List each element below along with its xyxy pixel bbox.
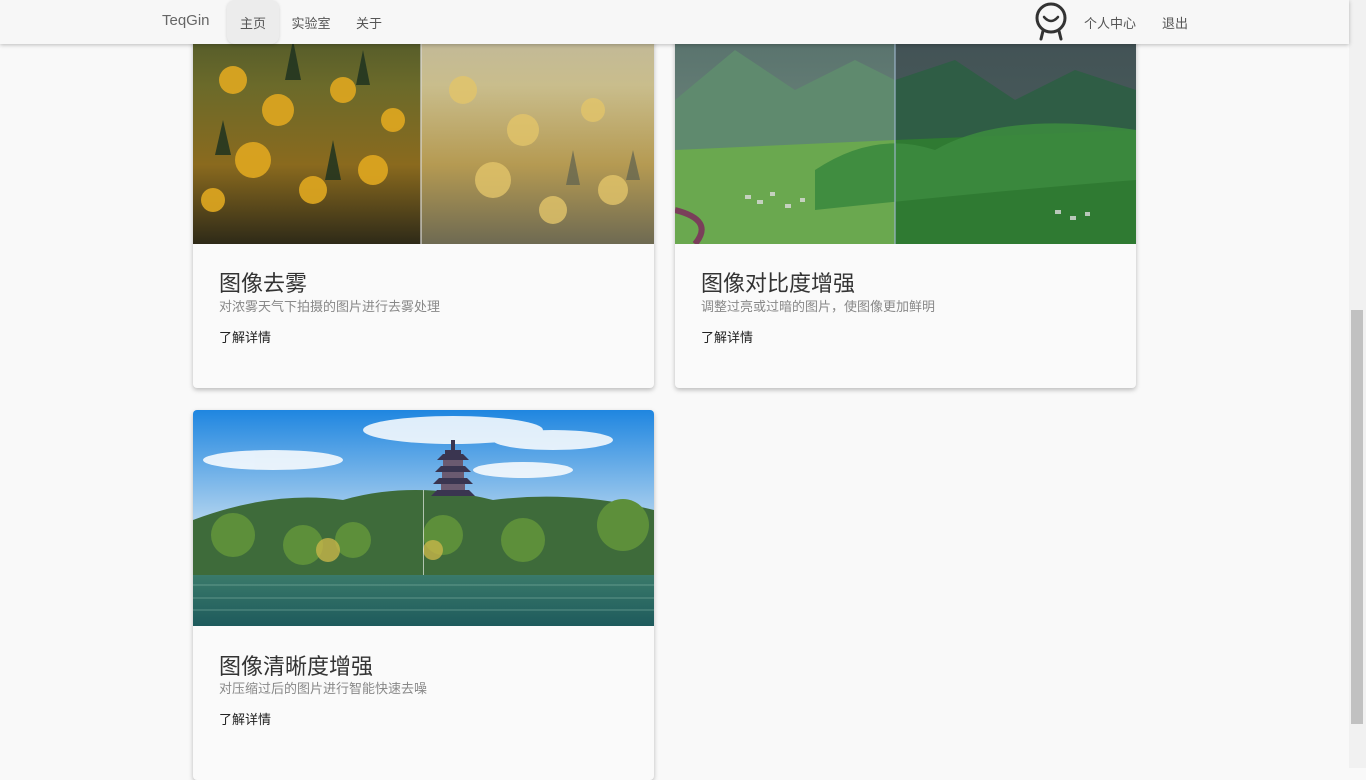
learn-more-link[interactable]: 了解详情 xyxy=(701,327,753,346)
scrollbar-thumb[interactable] xyxy=(1351,310,1363,724)
nav-logout[interactable]: 退出 xyxy=(1158,0,1192,44)
top-navbar: TeqGin 主页 实验室 关于 个人中心 退出 xyxy=(0,0,1349,44)
card-description: 对压缩过后的图片进行智能快速去噪 xyxy=(219,682,428,697)
card-title: 图像对比度增强 xyxy=(701,272,856,297)
learn-more-link[interactable]: 了解详情 xyxy=(219,327,271,346)
card-description: 调整过亮或过暗的图片，使图像更加鲜明 xyxy=(701,300,936,315)
card-title: 图像去雾 xyxy=(219,272,308,297)
vertical-scrollbar[interactable] xyxy=(1349,0,1366,768)
card-sharpness: 图像清晰度增强 对压缩过后的图片进行智能快速去噪 了解详情 xyxy=(193,410,654,780)
nav-lab[interactable]: 实验室 xyxy=(286,0,336,44)
card-dehaze: 图像去雾 对浓雾天气下拍摄的图片进行去雾处理 了解详情 xyxy=(193,0,654,388)
brand-logo[interactable]: TeqGin xyxy=(162,12,210,29)
learn-more-link[interactable]: 了解详情 xyxy=(219,709,271,728)
smiley-user-icon[interactable] xyxy=(1034,1,1068,41)
sharpness-preview-image xyxy=(193,410,654,626)
card-description: 对浓雾天气下拍摄的图片进行去雾处理 xyxy=(219,300,441,315)
card-title: 图像清晰度增强 xyxy=(219,655,374,680)
card-contrast: 图像对比度增强 调整过亮或过暗的图片，使图像更加鲜明 了解详情 xyxy=(675,0,1136,388)
nav-home[interactable]: 主页 xyxy=(227,0,279,44)
nav-profile[interactable]: 个人中心 xyxy=(1080,0,1140,44)
nav-about[interactable]: 关于 xyxy=(350,0,388,44)
